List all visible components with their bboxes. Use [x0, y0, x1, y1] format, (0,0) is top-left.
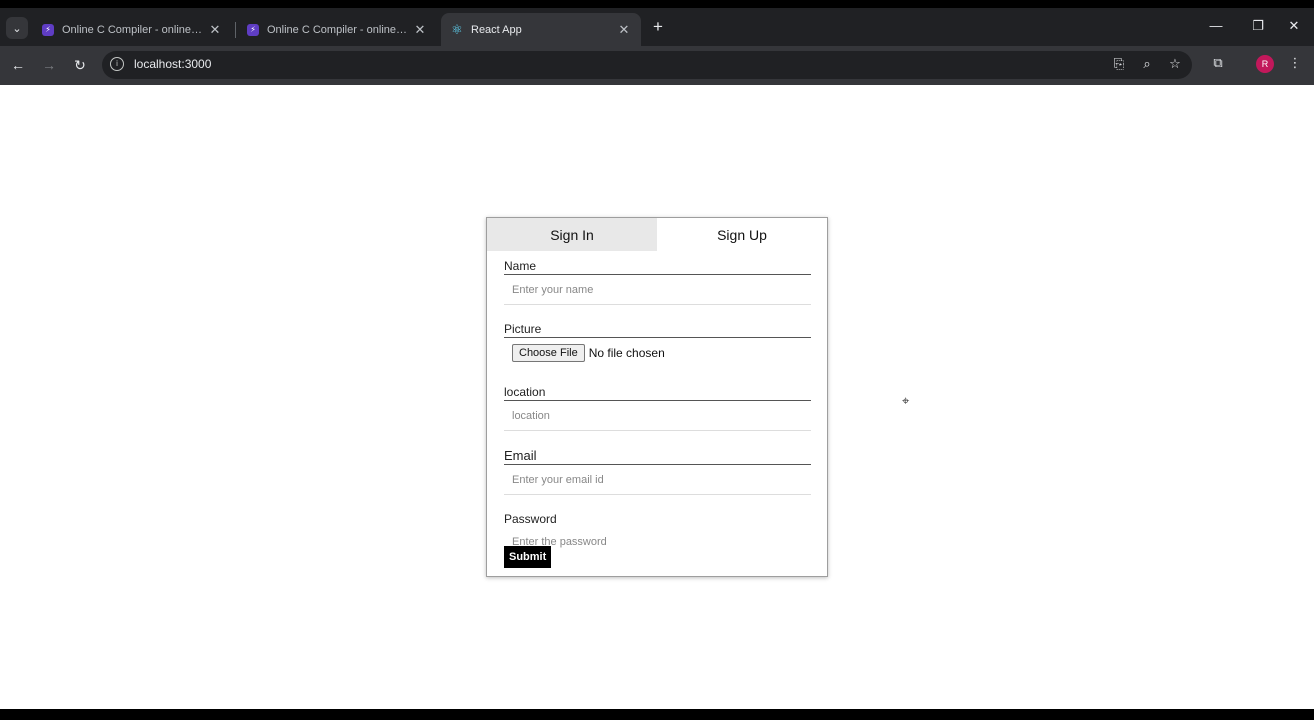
browser-toolbar: ← → ↻ i localhost:3000 ⎘ ⌕ ☆ ⧉ R ⋮	[0, 46, 1314, 85]
profile-avatar[interactable]: R	[1256, 55, 1274, 73]
tab-close-icon[interactable]: ✕	[413, 22, 427, 38]
browser-tab-1[interactable]: ⚡ Online C Compiler - online editor ✕	[32, 13, 232, 46]
menu-kebab-icon[interactable]: ⋮	[1285, 55, 1305, 71]
password-label: Password	[504, 512, 557, 526]
tab-search-chevron-icon[interactable]: ⌄	[6, 17, 28, 39]
name-field: Name Enter your name	[504, 259, 811, 305]
mouse-cursor-icon: ⌖	[902, 393, 910, 408]
email-label: Email	[504, 448, 811, 465]
location-label: location	[504, 385, 811, 401]
browser-tab-2[interactable]: ⚡ Online C Compiler - online editor ✕	[237, 13, 437, 46]
tab-sign-up[interactable]: Sign Up	[657, 218, 827, 251]
sign-up-form: Name Enter your name Picture Choose File…	[504, 259, 811, 574]
minimize-icon[interactable]: —	[1206, 18, 1226, 33]
tab-title: Online C Compiler - online editor	[62, 23, 202, 36]
file-input: Choose File No file chosen	[504, 338, 811, 368]
tab-sign-in[interactable]: Sign In	[487, 218, 657, 251]
site-info-icon[interactable]: i	[110, 57, 124, 71]
react-icon: ⚛	[451, 21, 463, 37]
extensions-puzzle-icon[interactable]: ⧉	[1208, 55, 1228, 71]
bottom-black-strip	[0, 709, 1314, 720]
zoom-icon[interactable]: ⌕	[1138, 56, 1156, 72]
picture-field: Picture Choose File No file chosen	[504, 322, 811, 368]
choose-file-button[interactable]: Choose File	[512, 344, 585, 362]
restore-icon[interactable]: ❐	[1248, 18, 1268, 34]
browser-tab-bar: ⌄ ⚡ Online C Compiler - online editor ✕ …	[0, 8, 1314, 46]
tab-title: React App	[471, 23, 522, 36]
location-input[interactable]: location	[504, 401, 811, 431]
tab-title: Online C Compiler - online editor	[267, 23, 407, 36]
location-field: location location	[504, 385, 811, 431]
page-viewport: Sign In Sign Up Name Enter your name Pic…	[0, 85, 1314, 709]
bookmark-star-icon[interactable]: ☆	[1166, 56, 1184, 72]
submit-button[interactable]: Submit	[504, 546, 552, 568]
bolt-icon: ⚡	[42, 23, 54, 36]
bolt-icon: ⚡	[247, 23, 259, 36]
name-label: Name	[504, 259, 811, 275]
top-black-strip	[0, 0, 1314, 8]
url-text[interactable]: localhost:3000	[134, 57, 211, 71]
tab-close-icon[interactable]: ✕	[208, 22, 222, 38]
new-tab-button[interactable]: +	[648, 17, 668, 37]
reload-icon[interactable]: ↻	[70, 55, 90, 75]
email-field: Email Enter your email id	[504, 448, 811, 495]
forward-arrow-icon[interactable]: →	[39, 55, 59, 75]
picture-label: Picture	[504, 322, 811, 338]
close-window-icon[interactable]: ✕	[1284, 18, 1304, 34]
name-input[interactable]: Enter your name	[504, 275, 811, 305]
back-arrow-icon[interactable]: ←	[8, 55, 28, 75]
browser-tab-3-active[interactable]: ⚛ React App ✕	[441, 13, 641, 46]
no-file-text: No file chosen	[588, 346, 665, 360]
email-input[interactable]: Enter your email id	[504, 465, 811, 495]
auth-tabs: Sign In Sign Up	[487, 218, 827, 251]
install-app-icon[interactable]: ⎘	[1110, 56, 1128, 72]
auth-card: Sign In Sign Up Name Enter your name Pic…	[486, 217, 828, 577]
address-bar[interactable]: i localhost:3000 ⎘ ⌕ ☆	[102, 51, 1192, 79]
tab-separator	[235, 22, 236, 38]
tab-close-icon[interactable]: ✕	[617, 22, 631, 38]
